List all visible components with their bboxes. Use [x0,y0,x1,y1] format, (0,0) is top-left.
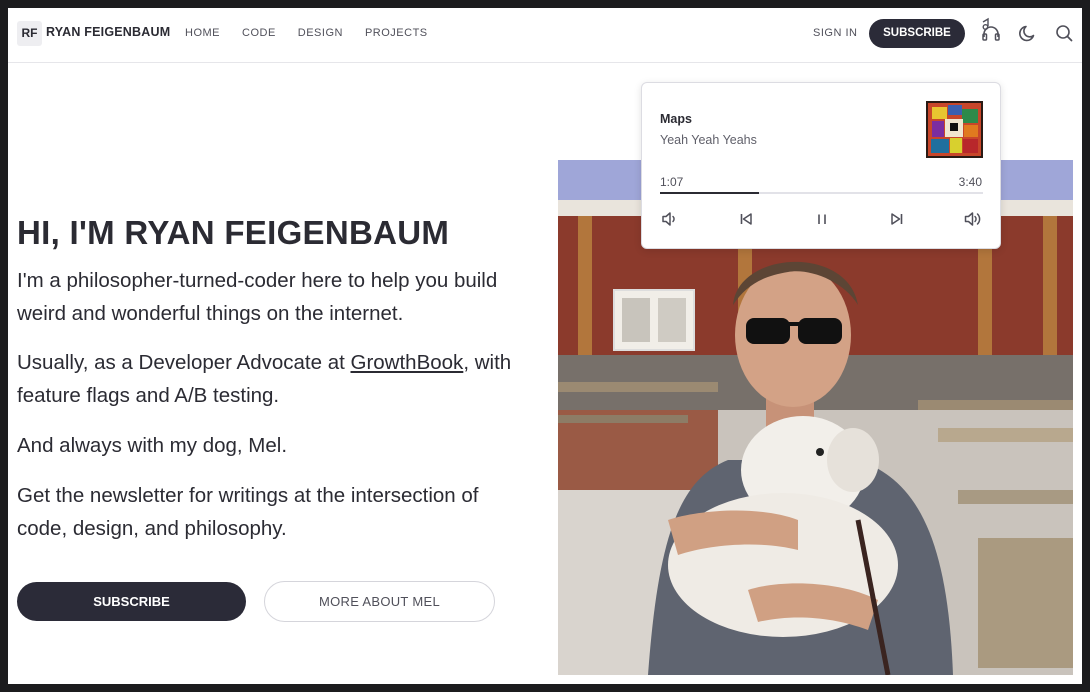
growthbook-link[interactable]: GrowthBook [351,351,464,374]
volume-down-icon[interactable] [660,209,680,229]
site-name[interactable]: RYAN FEIGENBAUM [46,25,170,39]
site-header: RF RYAN FEIGENBAUM HOME CODE DESIGN PROJ… [8,8,1082,63]
nav-home[interactable]: HOME [185,27,220,39]
progress-bar[interactable] [660,192,983,194]
sign-in-link[interactable]: SIGN IN [813,27,857,39]
dog-paragraph: And always with my dog, Mel. [17,434,288,457]
album-art [926,101,983,158]
next-track-icon[interactable] [887,209,907,229]
track-artist: Yeah Yeah Yeahs [660,133,757,147]
pause-icon[interactable] [812,209,832,229]
more-about-mel-button[interactable]: MORE ABOUT MEL [264,581,495,622]
work-text-before: Usually, as a Developer Advocate at [17,351,351,374]
logo-badge[interactable]: RF [17,21,42,46]
newsletter-paragraph: Get the newsletter for writings at the i… [17,484,479,540]
music-player-popup: Maps Yeah Yeah Yeahs 1:07 3:40 [641,82,1001,249]
current-time: 1:07 [660,175,684,189]
main-nav: HOME CODE DESIGN PROJECTS [185,27,450,39]
header-subscribe-button[interactable]: SUBSCRIBE [869,19,965,48]
music-player-icon[interactable] [979,17,1003,43]
page: RF RYAN FEIGENBAUM HOME CODE DESIGN PROJ… [8,8,1082,684]
track-title: Maps [660,112,692,126]
search-icon[interactable] [1053,22,1075,44]
total-time: 3:40 [958,175,982,189]
progress-fill [660,192,759,194]
dark-mode-moon-icon[interactable] [1017,22,1039,44]
intro-paragraph: I'm a philosopher-turned-coder here to h… [17,269,498,325]
volume-up-icon[interactable] [963,209,983,229]
hero-subscribe-button[interactable]: SUBSCRIBE [17,582,246,621]
nav-code[interactable]: CODE [242,27,276,39]
work-paragraph: Usually, as a Developer Advocate at Grow… [17,347,517,412]
nav-projects[interactable]: PROJECTS [365,27,428,39]
nav-design[interactable]: DESIGN [298,27,343,39]
hero-title: HI, I'M RYAN FEIGENBAUM [17,214,450,251]
previous-track-icon[interactable] [736,209,756,229]
